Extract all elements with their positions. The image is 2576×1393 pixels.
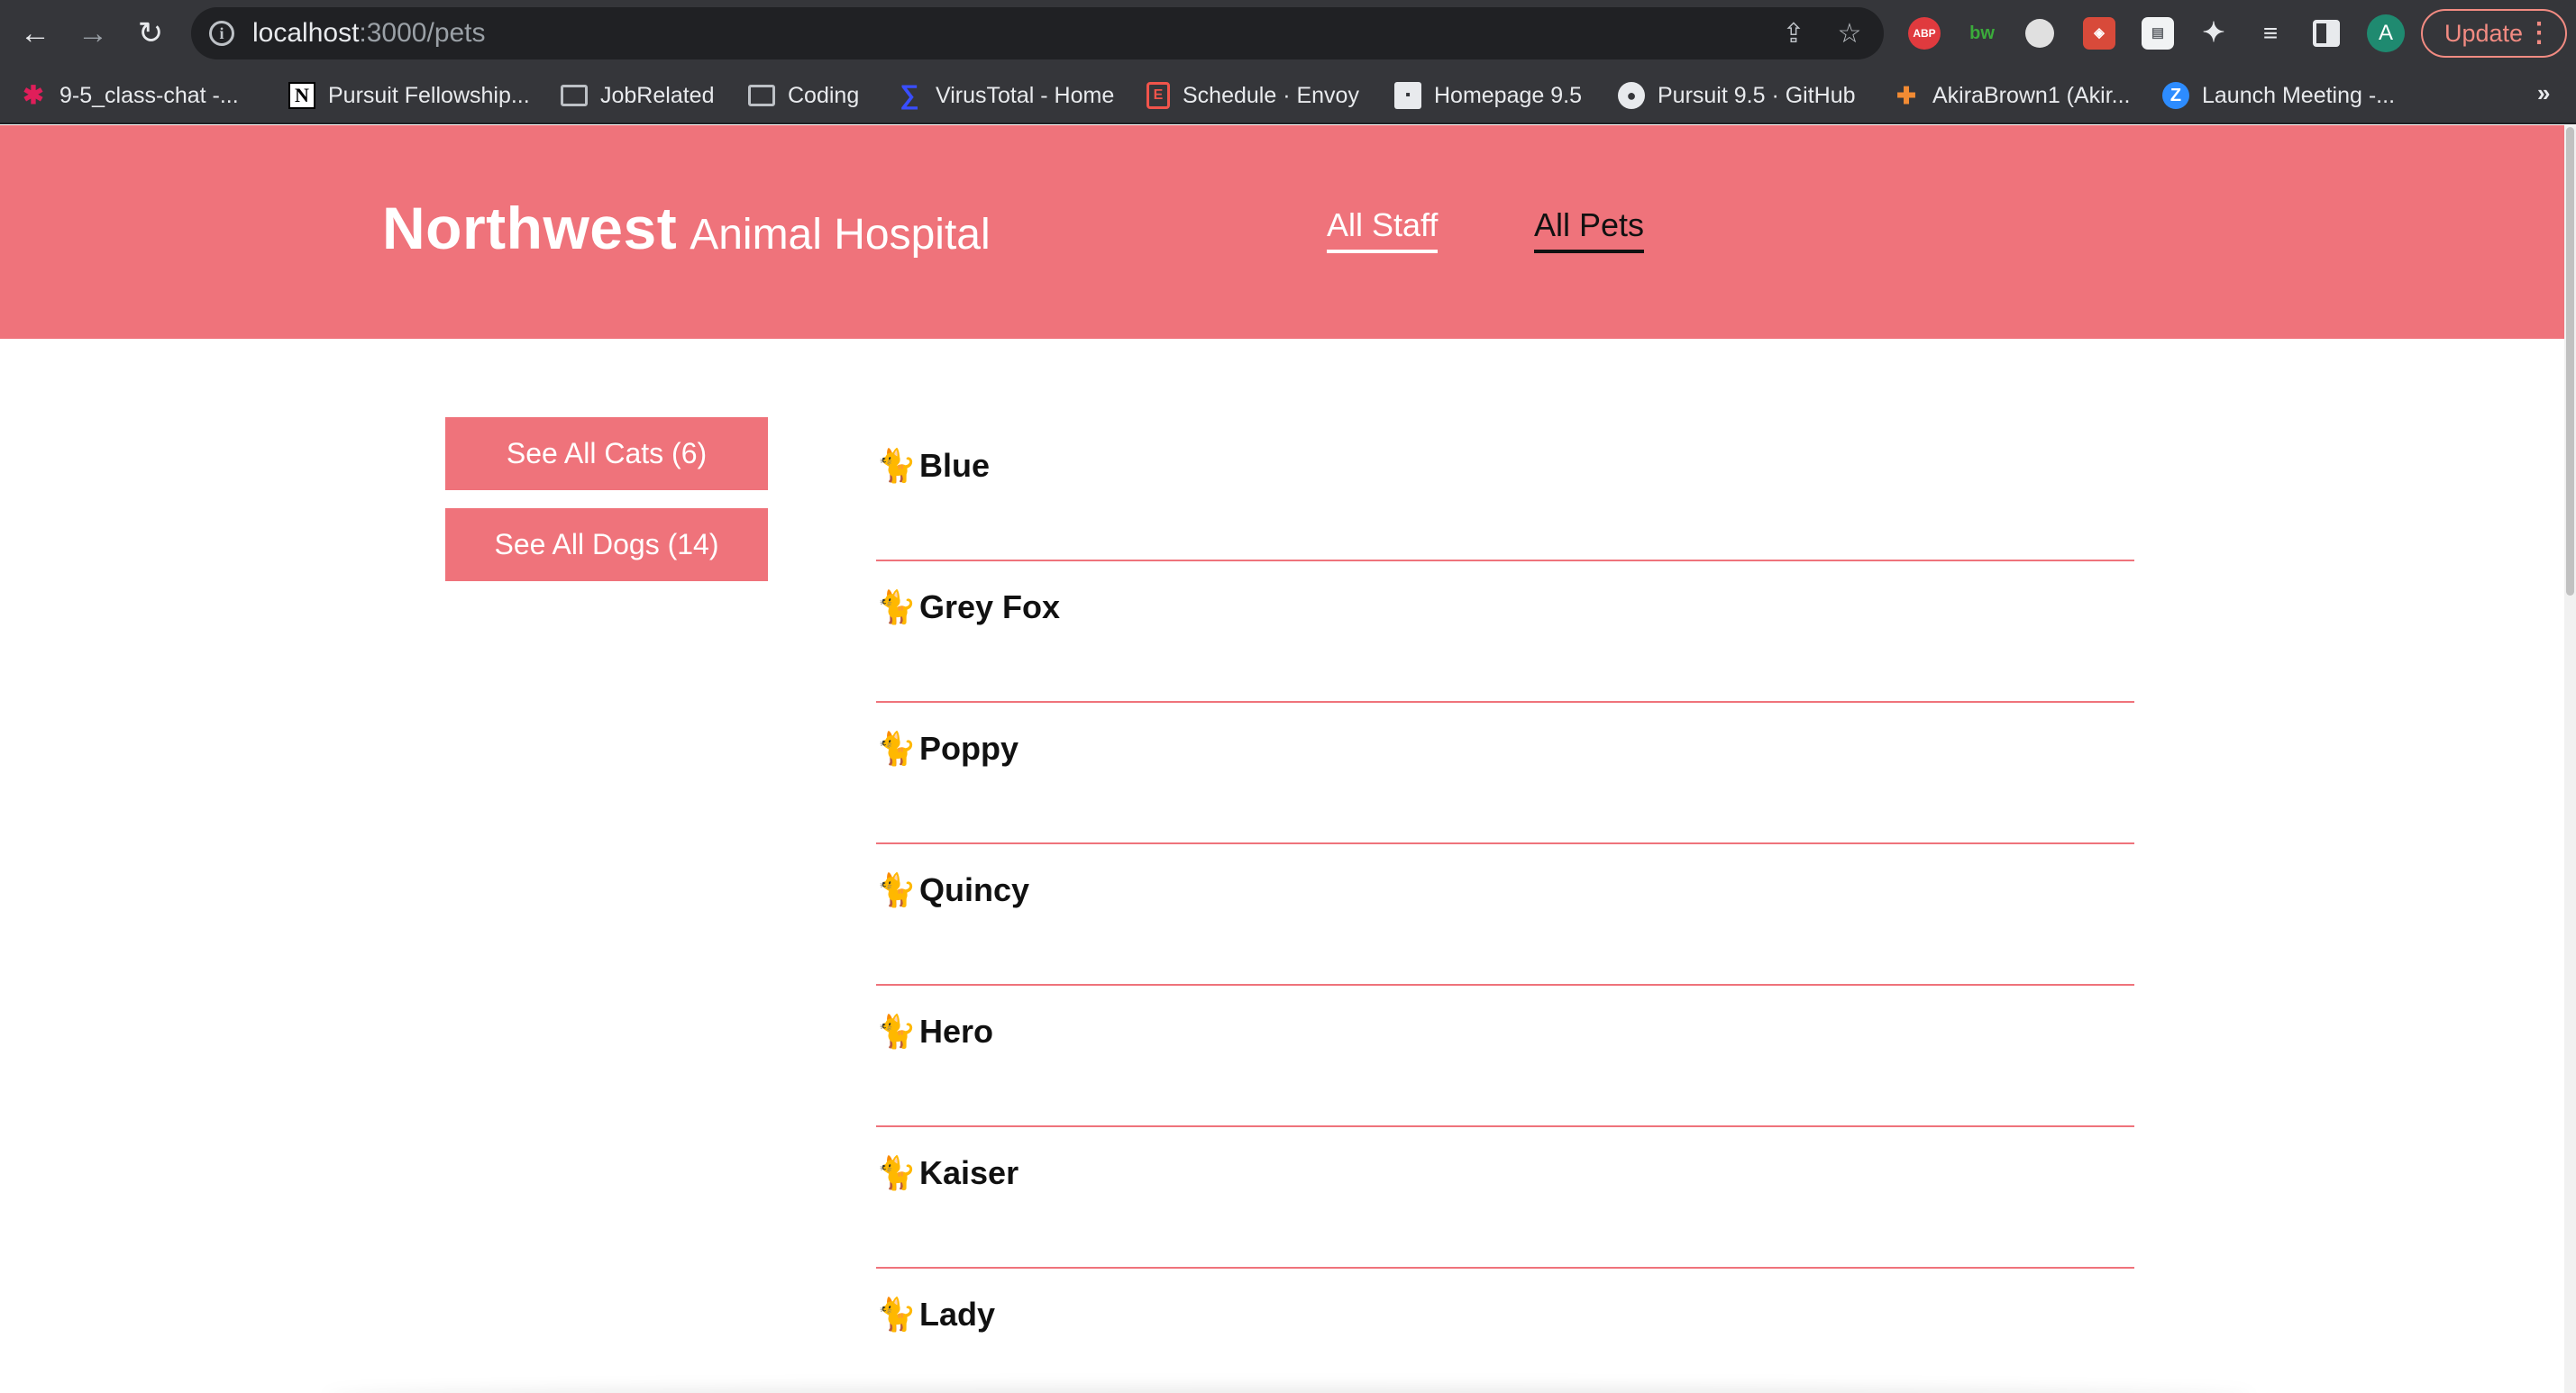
virustotal-icon: ∑ bbox=[900, 80, 919, 110]
akira-icon: ✚ bbox=[1896, 82, 1916, 109]
bookmark-label: VirusTotal - Home bbox=[936, 82, 1115, 108]
bookmarks-bar: ✱ 9-5_class-chat -... N Pursuit Fellowsh… bbox=[0, 67, 2576, 124]
bookmark-item[interactable]: JobRelated bbox=[561, 77, 714, 114]
cat-icon: 🐈 bbox=[876, 588, 917, 625]
bitwarden-extension-icon[interactable]: bw bbox=[1966, 17, 1998, 50]
bookmark-item[interactable]: ● Pursuit 9.5 · GitHub bbox=[1618, 77, 1856, 114]
cat-icon: 🐈 bbox=[876, 730, 917, 767]
bookmark-item[interactable]: ✚ AkiraBrown1 (Akir... bbox=[1893, 77, 2131, 114]
bookmark-item[interactable]: ∑ VirusTotal - Home bbox=[896, 77, 1114, 114]
nav-link-all-pets[interactable]: All Pets bbox=[1534, 206, 1645, 253]
bookmarks-overflow-icon[interactable]: » bbox=[2537, 79, 2550, 107]
cat-icon: 🐈 bbox=[876, 1013, 917, 1050]
cat-icon: 🐈 bbox=[876, 1296, 917, 1333]
list-item[interactable]: 🐈 Kaiser bbox=[876, 1127, 2134, 1269]
cat-icon: 🐈 bbox=[876, 871, 917, 908]
folder-icon bbox=[748, 85, 775, 106]
pet-name[interactable]: 🐈 Hero bbox=[876, 1013, 993, 1051]
bookmark-label: Pursuit Fellowship... bbox=[328, 82, 530, 108]
list-item[interactable]: 🐈 Grey Fox bbox=[876, 561, 2134, 703]
url-host: localhost bbox=[252, 18, 360, 48]
cat-icon: 🐈 bbox=[876, 447, 917, 484]
reload-icon[interactable]: ↻ bbox=[128, 11, 173, 56]
lab-extension-icon[interactable]: ◈ bbox=[2083, 17, 2115, 50]
bookmark-label: Homepage 9.5 bbox=[1434, 82, 1583, 108]
extensions-puzzle-icon[interactable]: ✦ bbox=[2197, 17, 2230, 50]
pet-name[interactable]: 🐈 Quincy bbox=[876, 871, 1029, 909]
see-all-dogs-button[interactable]: See All Dogs (14) bbox=[445, 508, 768, 581]
scrollbar[interactable] bbox=[2564, 125, 2576, 1393]
pet-name-text: Lady bbox=[919, 1296, 996, 1333]
folder-icon bbox=[561, 85, 588, 106]
menu-dots-icon[interactable]: ⋮ bbox=[2526, 11, 2553, 56]
pet-name[interactable]: 🐈 Kaiser bbox=[876, 1154, 1019, 1192]
pet-name-text: Quincy bbox=[919, 871, 1030, 908]
floppy-icon: ▪ bbox=[1394, 82, 1421, 109]
pet-list: 🐈 Blue 🐈 Grey Fox 🐈 Poppy 🐈 Quincy 🐈 Hero 🐈 Ka… bbox=[876, 420, 2134, 1393]
cat-icon: 🐈 bbox=[876, 1154, 917, 1191]
bookmark-label: Launch Meeting -... bbox=[2202, 82, 2396, 108]
slack-icon: ✱ bbox=[23, 81, 44, 109]
side-panel-icon[interactable] bbox=[2313, 20, 2340, 47]
pet-name[interactable]: 🐈 Blue bbox=[876, 447, 990, 485]
pet-name-text: Blue bbox=[919, 447, 991, 484]
page-viewport: Northwest Animal Hospital All Staff All P… bbox=[0, 125, 2576, 1393]
bookmark-label: AkiraBrown1 (Akir... bbox=[1932, 82, 2131, 108]
site-logo[interactable]: Northwest Animal Hospital bbox=[382, 194, 991, 262]
bookmark-label: Coding bbox=[788, 82, 860, 108]
list-item[interactable]: 🐈 Hero bbox=[876, 986, 2134, 1127]
pet-name[interactable]: 🐈 Grey Fox bbox=[876, 588, 1060, 626]
list-item[interactable]: 🐈 Lady bbox=[876, 1269, 2134, 1393]
site-info-icon[interactable]: i bbox=[209, 21, 234, 46]
bookmark-item[interactable]: ▪ Homepage 9.5 bbox=[1394, 77, 1582, 114]
site-header: Northwest Animal Hospital All Staff All P… bbox=[0, 125, 2564, 339]
notion-icon: N bbox=[288, 82, 315, 109]
see-all-cats-button[interactable]: See All Cats (6) bbox=[445, 417, 768, 490]
bookmark-label: Pursuit 9.5 · GitHub bbox=[1658, 82, 1856, 108]
circle-extension-icon[interactable] bbox=[2025, 19, 2054, 48]
github-icon: ● bbox=[1618, 82, 1645, 109]
update-label: Update bbox=[2444, 20, 2524, 47]
forward-arrow-icon[interactable]: → bbox=[70, 11, 115, 56]
bookmark-item[interactable]: N Pursuit Fellowship... bbox=[288, 77, 530, 114]
brand-main-text: Northwest bbox=[382, 195, 678, 261]
address-bar[interactable]: i localhost:3000/pets ⇪ ☆ bbox=[191, 7, 1884, 59]
docs-extension-icon[interactable]: ▤ bbox=[2142, 17, 2174, 50]
url-text[interactable]: localhost:3000/pets bbox=[252, 19, 486, 48]
update-button[interactable]: Update ⋮ bbox=[2421, 9, 2567, 58]
back-arrow-icon[interactable]: ← bbox=[13, 11, 58, 56]
brand-sub-text: Animal Hospital bbox=[690, 211, 991, 259]
bookmark-item[interactable]: E Schedule · Envoy bbox=[1146, 77, 1359, 114]
bookmark-star-icon[interactable]: ☆ bbox=[1833, 18, 1866, 50]
profile-avatar[interactable]: A bbox=[2367, 14, 2405, 52]
scrollbar-thumb[interactable] bbox=[2566, 127, 2574, 596]
pet-name-text: Poppy bbox=[919, 730, 1019, 767]
zoom-icon: Z bbox=[2162, 82, 2189, 109]
adblock-extension-icon[interactable]: ABP bbox=[1908, 17, 1941, 50]
nav-link-all-staff[interactable]: All Staff bbox=[1327, 206, 1439, 253]
bookmark-label: 9-5_class-chat -... bbox=[59, 82, 239, 108]
list-item[interactable]: 🐈 Blue bbox=[876, 420, 2134, 561]
envoy-icon: E bbox=[1146, 82, 1170, 109]
pet-name-text: Hero bbox=[919, 1013, 994, 1050]
reading-list-icon[interactable]: ≡ bbox=[2254, 17, 2287, 50]
bookmark-item[interactable]: Coding bbox=[748, 77, 859, 114]
url-path: :3000/pets bbox=[359, 18, 486, 48]
pet-name-text: Kaiser bbox=[919, 1154, 1019, 1191]
share-icon[interactable]: ⇪ bbox=[1777, 18, 1810, 50]
pet-name[interactable]: 🐈 Poppy bbox=[876, 730, 1019, 768]
bookmark-label: JobRelated bbox=[600, 82, 715, 108]
bookmark-item[interactable]: Z Launch Meeting -... bbox=[2162, 77, 2395, 114]
list-item[interactable]: 🐈 Quincy bbox=[876, 844, 2134, 986]
browser-toolbar: ← → ↻ i localhost:3000/pets ⇪ ☆ ABP bw ◈… bbox=[0, 0, 2576, 67]
list-item[interactable]: 🐈 Poppy bbox=[876, 703, 2134, 844]
bookmark-item[interactable]: ✱ 9-5_class-chat -... bbox=[20, 77, 239, 114]
pet-name[interactable]: 🐈 Lady bbox=[876, 1296, 995, 1334]
bookmark-label: Schedule · Envoy bbox=[1183, 82, 1359, 108]
pet-name-text: Grey Fox bbox=[919, 588, 1061, 625]
